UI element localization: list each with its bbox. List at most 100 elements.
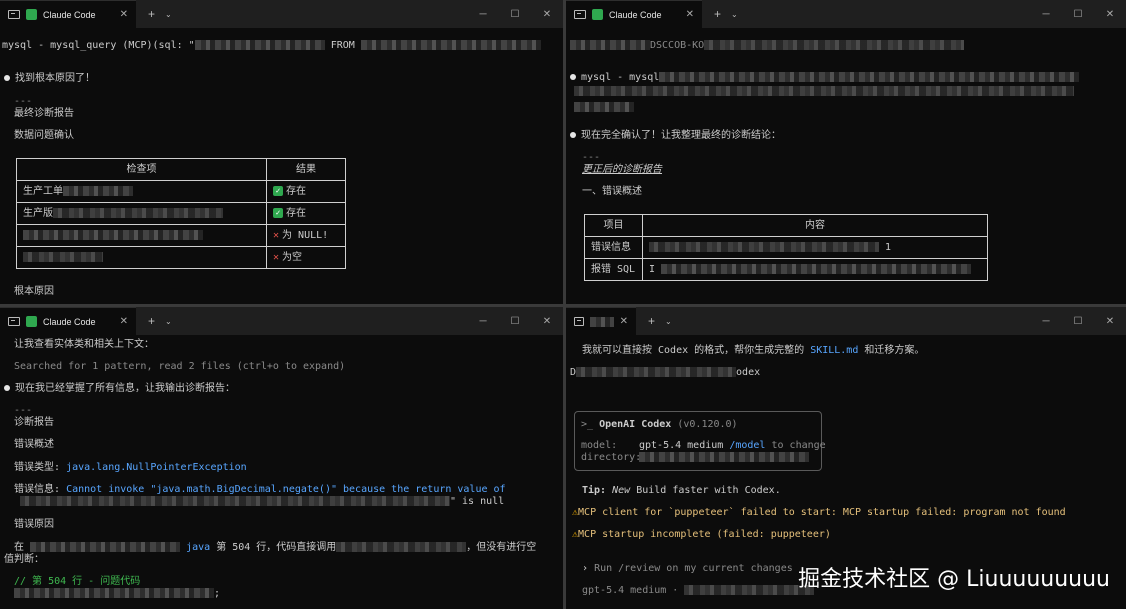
redacted	[576, 367, 737, 377]
redacted	[574, 102, 634, 112]
tab-title: Claude Code	[609, 9, 662, 20]
tab-claude-code[interactable]: Claude Code ✕	[0, 307, 136, 335]
redacted	[336, 542, 467, 552]
watermark: 掘金技术社区 @ Liuuuuuuuuu	[798, 567, 1110, 592]
redacted	[63, 185, 133, 196]
tab-claude-code[interactable]: Claude Code ✕	[0, 0, 136, 28]
maximize-button[interactable]: ☐	[1062, 316, 1094, 327]
maximize-button[interactable]: ☐	[499, 316, 531, 327]
warning-line: ⚠MCP startup incomplete (failed: puppete…	[572, 529, 831, 540]
close-window-button[interactable]: ✕	[1094, 316, 1126, 327]
redacted	[661, 263, 972, 274]
root-cause-title: 根本原因	[14, 286, 54, 297]
redacted	[704, 40, 965, 50]
redacted-line	[574, 86, 1074, 98]
found-line: 找到根本原因了！	[4, 73, 95, 85]
tab-claude-code[interactable]: Claude Code ✕	[566, 0, 702, 28]
minimize-button[interactable]: ─	[467, 9, 499, 20]
output-line: 让我查看实体类和相关上下文：	[14, 339, 154, 350]
close-tab-icon[interactable]: ✕	[686, 9, 694, 20]
redacted-line: DSCCOB-KO	[570, 40, 965, 52]
redacted-line	[574, 102, 634, 114]
new-tab-button[interactable]: +	[148, 7, 155, 21]
redacted	[649, 241, 879, 252]
mcp-query-line: mysql - mysql	[570, 72, 1080, 84]
close-tab-icon[interactable]: ✕	[120, 9, 128, 20]
close-tab-icon[interactable]: ✕	[120, 316, 128, 327]
redacted	[574, 86, 1074, 96]
cross-icon: ✕	[273, 251, 280, 263]
redacted	[23, 251, 103, 262]
minimize-button[interactable]: ─	[1030, 9, 1062, 20]
report-title: 最终诊断报告	[14, 108, 74, 119]
tab-title: Claude Code	[43, 316, 96, 327]
chevron-down-icon[interactable]: ⌄	[665, 317, 672, 326]
table-row: 错误信息 1	[584, 236, 988, 259]
codex-info-box: >_ OpenAI Codex (v0.120.0) model: gpt-5.4…	[574, 411, 826, 471]
maximize-button[interactable]: ☐	[499, 9, 531, 20]
cross-icon: ✕	[273, 229, 280, 241]
terminal-pane-bottom-left[interactable]: Claude Code ✕ + ⌄ ─ ☐ ✕ 让我查看实体类和相关上下文： S…	[0, 307, 563, 609]
redacted	[684, 585, 815, 595]
redacted	[14, 588, 214, 598]
codex-header: >_ OpenAI Codex (v0.120.0)	[581, 419, 738, 430]
terminal-pane-top-right[interactable]: Claude Code ✕ + ⌄ ─ ☐ ✕ DSCCOB-KO mysql …	[566, 0, 1126, 304]
chevron-down-icon[interactable]: ⌄	[165, 317, 172, 326]
section-title: 错误原因	[14, 519, 54, 530]
separator: ---	[582, 152, 601, 163]
close-window-button[interactable]: ✕	[531, 9, 563, 20]
redacted	[659, 72, 1080, 82]
error-type-line: 错误类型: java.lang.NullPointerException	[14, 462, 247, 473]
terminal-icon	[8, 10, 20, 19]
tab-title: Claude Code	[43, 9, 96, 20]
tab-bar: ✕ + ⌄ ─ ☐ ✕	[566, 307, 1126, 335]
bullet-icon	[570, 132, 576, 138]
terminal-icon	[8, 317, 20, 326]
chevron-down-icon[interactable]: ⌄	[731, 10, 738, 19]
redacted	[570, 40, 650, 50]
section-title: 数据问题确认	[14, 130, 74, 141]
prompt-input[interactable]: › Run /review on my current changes	[582, 563, 793, 575]
terminal-output: DSCCOB-KO mysql - mysql 现在完全确认了！让我整理最终的诊…	[566, 28, 1126, 304]
close-window-button[interactable]: ✕	[531, 316, 563, 327]
redacted	[194, 40, 325, 50]
terminal-icon	[574, 317, 585, 326]
mcp-query-line: mysql - mysql_query (MCP)(sql: " FROM	[2, 40, 541, 52]
code-comment: // 第 504 行 - 问题代码	[14, 576, 141, 587]
chevron-down-icon[interactable]: ⌄	[165, 10, 172, 19]
terminal-pane-top-left[interactable]: Claude Code ✕ + ⌄ ─ ☐ ✕ mysql - mysql_qu…	[0, 0, 563, 304]
new-tab-button[interactable]: +	[714, 7, 721, 21]
separator: ---	[14, 96, 33, 107]
intro-line: 我就可以直接按 Codex 的格式，帮你生成完整的 SKILL.md 和迁移方案…	[582, 345, 925, 356]
maximize-button[interactable]: ☐	[1062, 9, 1094, 20]
section-title: 错误概述	[14, 439, 54, 450]
table-header-row: 项目 内容	[584, 214, 988, 237]
new-tab-button[interactable]: +	[648, 314, 655, 328]
check-icon: ✓	[273, 207, 283, 218]
new-tab-button[interactable]: +	[148, 314, 155, 328]
close-tab-icon[interactable]: ✕	[620, 316, 628, 327]
separator: ---	[14, 405, 33, 416]
tab-codex[interactable]: ✕	[566, 307, 636, 335]
terminal-icon	[574, 10, 586, 19]
tab-bar: Claude Code ✕ + ⌄ ─ ☐ ✕	[0, 307, 563, 335]
tab-bar: Claude Code ✕ + ⌄ ─ ☐ ✕	[566, 0, 1126, 28]
report-title: 诊断报告	[14, 417, 54, 428]
report-title: 更正后的诊断报告	[582, 164, 662, 175]
pane-divider-horizontal[interactable]	[0, 304, 1126, 307]
redacted	[360, 40, 541, 50]
close-window-button[interactable]: ✕	[1094, 9, 1126, 20]
confirmed-line: 现在完全确认了！让我整理最终的诊断结论：	[570, 130, 781, 142]
table-row: ✕ 为空	[16, 246, 346, 269]
codex-launch-line: Dodex	[570, 367, 761, 378]
table-row: 生产版 ✓ 存在	[16, 202, 346, 225]
warning-line: ⚠MCP client for `puppeteer` failed to st…	[572, 507, 1066, 518]
cause-line-cont: 值判断：	[4, 554, 44, 565]
cause-line: 在 java 第 504 行，代码直接调用 ，但没有进行空	[14, 542, 537, 553]
minimize-button[interactable]: ─	[1030, 316, 1062, 327]
redacted	[53, 207, 223, 218]
section-title: 一、错误概述	[582, 186, 642, 197]
codex-model-line: model: gpt-5.4 medium /model to change	[581, 440, 826, 451]
searched-line: Searched for 1 pattern, read 2 files (ct…	[14, 361, 346, 372]
minimize-button[interactable]: ─	[467, 316, 499, 327]
